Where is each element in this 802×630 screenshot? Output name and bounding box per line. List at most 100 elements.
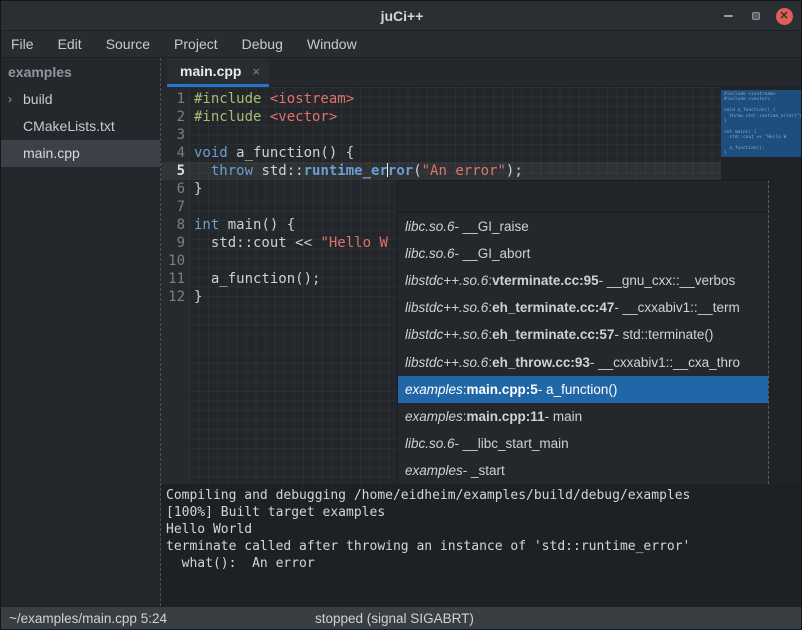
line-number: 3 <box>161 126 189 144</box>
backtrace-row-3[interactable]: libstdc++.so.6:vterminate.cc:95 - __gnu_… <box>398 267 768 294</box>
minimap-code-preview: #include <iostream> #include <vector> vo… <box>721 90 802 157</box>
line-number: 8 <box>161 216 189 234</box>
code-token: <vector> <box>270 109 337 125</box>
code-line-text: #include <iostream> <box>189 90 354 108</box>
menu-bar: FileEditSourceProjectDebugWindow <box>1 31 802 58</box>
code-line-text: a_function(); <box>189 270 320 288</box>
line-number: 10 <box>161 252 189 270</box>
backtrace-segment: - __GI_abort <box>455 246 531 261</box>
backtrace-segment: - _start <box>463 463 505 478</box>
line-number: 1 <box>161 90 189 108</box>
terminal-output[interactable]: Compiling and debugging /home/eidheim/ex… <box>161 484 802 606</box>
code-line-4[interactable]: 4void a_function() { <box>161 144 802 162</box>
backtrace-segment: examples <box>405 409 463 424</box>
backtrace-segment: libstdc++.so.6 <box>405 355 488 370</box>
tab-bar: main.cpp × <box>161 58 802 87</box>
code-line-text <box>189 198 194 216</box>
backtrace-row-2[interactable]: libc.so.6 - __GI_abort <box>398 240 768 267</box>
backtrace-row-5[interactable]: libstdc++.so.6:eh_terminate.cc:57 - std:… <box>398 321 768 348</box>
backtrace-segment: libstdc++.so.6 <box>405 327 488 342</box>
backtrace-row-1[interactable]: libc.so.6 - __GI_raise <box>398 213 768 240</box>
restore-button[interactable] <box>741 1 771 31</box>
tree-item-label: main.cpp <box>23 145 80 161</box>
code-token: <iostream> <box>270 91 354 107</box>
backtrace-segment: main.cpp:11 <box>467 409 545 424</box>
close-button[interactable]: ✕ <box>769 1 799 31</box>
line-number: 9 <box>161 234 189 252</box>
code-token: ); <box>506 163 523 179</box>
backtrace-row-6[interactable]: libstdc++.so.6:eh_throw.cc:93 - __cxxabi… <box>398 348 768 375</box>
code-token: } <box>194 181 202 197</box>
backtrace-segment: - a_function() <box>538 382 618 397</box>
line-number: 7 <box>161 198 189 216</box>
menu-item-edit[interactable]: Edit <box>46 31 94 57</box>
backtrace-segment: - __cxxabiv1::__cxa_thro <box>590 355 740 370</box>
backtrace-popup: libc.so.6 - __GI_raiselibc.so.6 - __GI_a… <box>397 180 769 484</box>
menu-item-project[interactable]: Project <box>162 31 230 57</box>
backtrace-row-7[interactable]: examples:main.cpp:5 - a_function() <box>398 376 768 403</box>
code-token: } <box>194 289 202 305</box>
backtrace-list: libc.so.6 - __GI_raiselibc.so.6 - __GI_a… <box>398 213 768 484</box>
line-number: 2 <box>161 108 189 126</box>
tree-item-cmakelists-txt[interactable]: CMakeLists.txt <box>1 113 160 140</box>
backtrace-segment: examples <box>405 463 463 478</box>
tab-main-cpp[interactable]: main.cpp × <box>167 58 269 87</box>
chevron-right-icon[interactable]: › <box>8 86 12 113</box>
code-token: #include <box>194 109 270 125</box>
minimize-button[interactable] <box>713 1 743 31</box>
menu-item-window[interactable]: Window <box>295 31 369 57</box>
backtrace-segment: vterminate.cc:95 <box>492 273 599 288</box>
code-token <box>194 163 211 179</box>
menu-item-source[interactable]: Source <box>94 31 162 57</box>
code-line-text: } <box>189 180 202 198</box>
backtrace-segment: eh_terminate.cc:57 <box>492 327 614 342</box>
code-token: "Hello W <box>320 235 387 251</box>
backtrace-segment: - __GI_raise <box>455 219 529 234</box>
backtrace-row-10[interactable]: examples - _start <box>398 457 768 484</box>
menu-item-debug[interactable]: Debug <box>230 31 295 57</box>
code-line-text: throw std::runtime_error("An error"); <box>189 162 523 180</box>
code-token: main() { <box>219 217 295 233</box>
line-number: 5 <box>161 162 189 180</box>
backtrace-row-4[interactable]: libstdc++.so.6:eh_terminate.cc:47 - __cx… <box>398 294 768 321</box>
status-bar: ~/examples/main.cpp 5:24 stopped (signal… <box>1 606 802 630</box>
backtrace-segment: examples <box>405 382 463 397</box>
tree-item-label: build <box>23 91 53 107</box>
minimize-icon <box>724 15 733 17</box>
backtrace-segment: libc.so.6 <box>405 436 455 451</box>
menu-item-file[interactable]: File <box>1 31 46 57</box>
code-line-5[interactable]: 5 throw std::runtime_error("An error"); <box>161 162 802 180</box>
backtrace-row-9[interactable]: libc.so.6 - __libc_start_main <box>398 430 768 457</box>
code-line-2[interactable]: 2 #include <vector> <box>161 108 802 126</box>
popup-search-input[interactable] <box>398 181 768 213</box>
backtrace-segment: libc.so.6 <box>405 219 455 234</box>
title-bar: juCi++ ✕ <box>1 1 802 31</box>
window-title: juCi++ <box>1 1 802 31</box>
backtrace-segment: main.cpp:5 <box>467 382 538 397</box>
code-token: std:: <box>253 163 304 179</box>
backtrace-row-8[interactable]: examples:main.cpp:11 - main <box>398 403 768 430</box>
backtrace-segment: - __gnu_cxx::__verbos <box>599 273 736 288</box>
code-token: throw <box>211 163 253 179</box>
code-line-3[interactable]: 3 <box>161 126 802 144</box>
tree-item-main-cpp[interactable]: main.cpp <box>1 140 160 167</box>
code-token: std::cout << <box>194 235 320 251</box>
code-line-text: } <box>189 288 202 306</box>
code-token: a_function(); <box>194 271 320 287</box>
backtrace-segment: eh_throw.cc:93 <box>492 355 590 370</box>
minimap-slider[interactable]: #include <iostream> #include <vector> vo… <box>721 90 802 157</box>
backtrace-segment: - std::terminate() <box>614 327 713 342</box>
backtrace-segment: eh_terminate.cc:47 <box>492 300 614 315</box>
backtrace-segment: libc.so.6 <box>405 246 455 261</box>
code-line-text: void a_function() { <box>189 144 354 162</box>
status-debug-state: stopped (signal SIGABRT) <box>315 607 474 630</box>
backtrace-segment: - __libc_start_main <box>455 436 569 451</box>
backtrace-segment: - __cxxabiv1::__term <box>614 300 739 315</box>
close-icon: ✕ <box>776 8 793 25</box>
juci-window: juCi++ ✕ FileEditSourceProjectDebugWindo… <box>0 0 802 630</box>
backtrace-segment: libstdc++.so.6 <box>405 300 488 315</box>
code-token: int <box>194 217 219 233</box>
tree-item-build[interactable]: › build <box>1 86 160 113</box>
code-line-1[interactable]: 1#include <iostream> <box>161 90 802 108</box>
tab-close-icon[interactable]: × <box>252 58 260 85</box>
